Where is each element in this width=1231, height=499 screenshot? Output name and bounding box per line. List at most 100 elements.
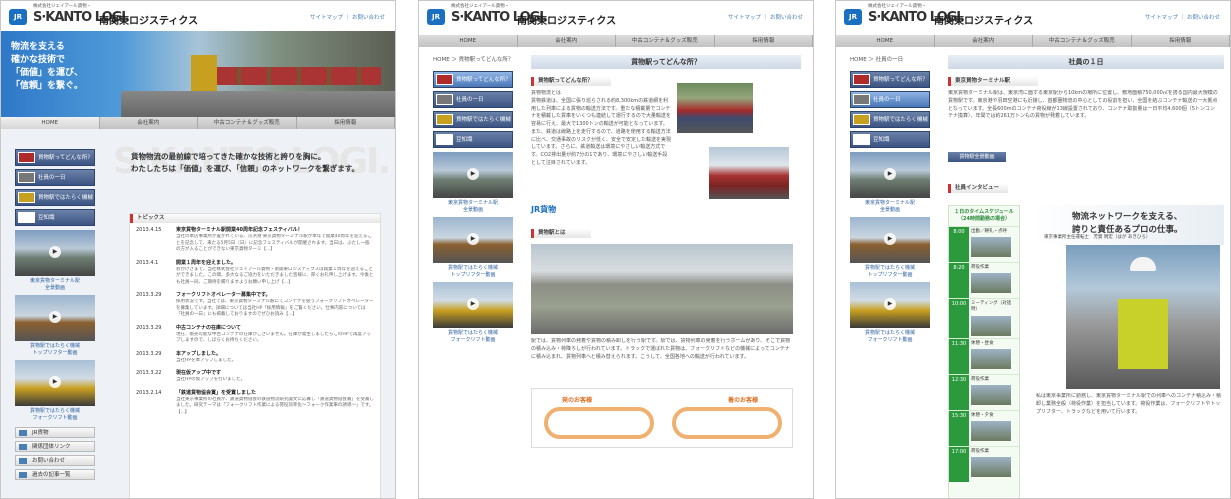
page-top: JR 株式会社ジェイアール貨物・ S·KANTO LOGI. 南関東ロジスティク… [0, 0, 396, 499]
nav-recruit[interactable]: 採用情報 [715, 35, 813, 47]
tagline: 貨物物流の最前線で培ってきた確かな技術と誇りを胸に。 わたしたちは「価値」を運び… [131, 151, 359, 175]
sidebar-item-day[interactable]: 社員の一日 [15, 169, 95, 186]
link-archive[interactable]: 過去の記事一覧 [15, 469, 95, 480]
breadcrumb[interactable]: HOME ＞ 貨物駅ってどんな所？ [433, 57, 513, 65]
topic-title[interactable]: 中古コンテナの在庫について [176, 325, 374, 332]
video-thumb-terminal[interactable] [850, 152, 930, 198]
sidebar-item-trivia[interactable]: 豆知識 [850, 131, 930, 148]
nav-company[interactable]: 会社案内 [518, 35, 616, 47]
nav-home[interactable]: HOME [419, 35, 518, 47]
section-body: 駅では、貨物列車の発着や貨物の積み卸しを行う駅です。駅では、貨物列車の発着を行う… [531, 338, 791, 360]
page-day: JR 株式会社ジェイアール貨物・ S·KANTO LOGI. 南関東ロジスティク… [835, 0, 1231, 499]
nav-company[interactable]: 会社案内 [935, 35, 1033, 47]
thumb-caption: 東京貨物ターミナル駅 全景動画 [447, 200, 498, 213]
hero-line: 「価値」を運び、 [11, 68, 84, 79]
top-links[interactable]: サイトマップ ｜ お問い合わせ [728, 15, 803, 23]
train-photo [677, 83, 753, 133]
sidebar-item-station[interactable]: 貨物駅ってどんな所？ [433, 71, 513, 88]
topic-title[interactable]: 現在仮アップ中です [176, 370, 374, 377]
sidebar-label: 社員の一日 [873, 97, 901, 103]
sidebar-item-trivia[interactable]: 豆知識 [15, 209, 95, 226]
nav-recruit[interactable]: 採用情報 [297, 117, 395, 129]
schedule-photo [971, 420, 1011, 441]
topic-title[interactable]: 「鉄道貨物協会賞」を受賞しました [176, 390, 374, 397]
link-associations[interactable]: 関係団体リンク [15, 441, 95, 452]
video-thumb-terminal[interactable] [433, 152, 513, 198]
topic-title[interactable]: 開業１周年を迎えました。 [176, 260, 374, 267]
topic-title[interactable]: 本アップしました。 [176, 351, 374, 358]
schedule-time: 8:00 [949, 227, 969, 262]
topic-title[interactable]: フォークリフトオペレーター募集中です。 [176, 292, 374, 299]
safety-vest [1118, 299, 1168, 369]
video-thumb-toplifter[interactable] [15, 295, 95, 341]
hero-ground [121, 91, 395, 117]
schedule-time: 10:00 [949, 299, 969, 338]
schedule-title: １日のタイムスケジュール （24時間勤務の場合） [954, 209, 1014, 222]
sidebar-label: 貨物駅ではたらく機械 [38, 195, 93, 201]
sidebar-item-trivia[interactable]: 豆知識 [433, 131, 513, 148]
video-thumb-toplifter[interactable] [850, 217, 930, 263]
topic-body: 当社の本店事業所が置かれている、京浜港 東京貨物ターミナル駅が本年で開業40周年… [176, 234, 372, 253]
schedule-time: 17:00 [949, 446, 969, 482]
nav-container[interactable]: 中古コンテナ＆グッズ販売 [1033, 35, 1132, 47]
nav-home[interactable]: HOME [836, 35, 935, 47]
forklift-icon [18, 192, 35, 203]
nav-container[interactable]: 中古コンテナ＆グッズ販売 [616, 35, 715, 47]
section-title: 貨物駅ってどんな所？ [531, 77, 611, 86]
nav-home[interactable]: HOME [1, 117, 100, 129]
schedule-time: 15:30 [949, 410, 969, 446]
sidebar-item-station[interactable]: 貨物駅ってどんな所？ [15, 149, 95, 166]
containers-photo [709, 147, 789, 199]
topic-item[interactable]: 2013.3.29 フォークリフトオペレーター募集中です。 採用状況です。当社では、… [136, 292, 374, 319]
top-links[interactable]: サイトマップ ｜ お問い合わせ [1145, 15, 1220, 23]
sidebar-label: 社員の一日 [456, 97, 484, 103]
jr-logo-icon[interactable]: JR [9, 9, 27, 25]
topic-item[interactable]: 2013.4.1 開業１周年を迎えました。 おかげさまで、当社株式会社ジェイアール貨… [136, 260, 374, 287]
sidebar-label: 貨物駅ってどんな所？ [873, 77, 928, 83]
topic-item[interactable]: 2013.4.15 東京貨物ターミナル駅開業40周年記念フェスティバル！ 当社の本店… [136, 227, 374, 254]
topic-title[interactable]: 東京貨物ターミナル駅開業40周年記念フェスティバル！ [176, 227, 374, 234]
link-contact[interactable]: お問い合わせ [15, 455, 95, 466]
nav-container[interactable]: 中古コンテナ＆グッズ販売 [198, 117, 297, 129]
link-jr-freight[interactable]: JR貨物 [15, 427, 95, 438]
nav-recruit[interactable]: 採用情報 [1132, 35, 1230, 47]
topic-item[interactable]: 2013.3.29 本アップしました。 当社HPを本アップしました。 [136, 351, 374, 365]
topic-item[interactable]: 2013.3.22 現在仮アップ中です 当社HPの仮アップを行いました。 [136, 370, 374, 384]
video-thumb-forklift[interactable] [850, 282, 930, 328]
sidebar-label: 豆知識 [873, 137, 890, 143]
thumb-caption: 貨物駅ではたらく機械 トップリフター動画 [448, 265, 498, 278]
schedule-item: 12:30 荷役作業 [949, 373, 1019, 410]
sidebar-item-day[interactable]: 社員の一日 [433, 91, 513, 108]
flow-to: 着のお客様 [728, 397, 759, 404]
schedule-photo [971, 348, 1011, 369]
sidebar-item-machines[interactable]: 貨物駅ではたらく機械 [850, 111, 930, 128]
sidebar-item-machines[interactable]: 貨物駅ではたらく機械 [15, 189, 95, 206]
sidebar-label: 社員の一日 [38, 175, 66, 181]
jr-logo-icon[interactable]: JR [427, 9, 445, 25]
sidebar-item-station[interactable]: 貨物駅ってどんな所？ [850, 71, 930, 88]
sidebar-item-machines[interactable]: 貨物駅ではたらく機械 [433, 111, 513, 128]
video-thumb-forklift[interactable] [433, 282, 513, 328]
breadcrumb[interactable]: HOME ＞ 社員の一日 [850, 57, 903, 65]
video-thumb-forklift[interactable] [15, 360, 95, 406]
hero-line: 物流を支える [11, 42, 65, 52]
top-links[interactable]: サイトマップ ｜ お問い合わせ [310, 15, 385, 23]
topic-date: 2013.3.29 [136, 324, 162, 331]
thumb-caption: 貨物駅ではたらく機械 トップリフター動画 [865, 265, 915, 278]
sidebar-item-day[interactable]: 社員の一日 [850, 91, 930, 108]
topic-item[interactable]: 2013.2.14 「鉄道貨物協会賞」を受賞しました 当社東京事業所の社員が、鉄道貨… [136, 390, 374, 417]
topic-item[interactable]: 2013.3.29 中古コンテナの在庫について 現在、販売可能な中古コンテナの在庫が… [136, 325, 374, 345]
jr-logo-icon[interactable]: JR [844, 9, 862, 25]
person-name: 東京事業所主任運転士 芳賀 明宏（はが あきひろ） [1044, 235, 1151, 240]
section-title: 貨物駅とは [531, 229, 591, 238]
terminal-video-button[interactable]: 貨物駅全景動画 [948, 152, 1006, 162]
schedule-item: 8:20 荷役作業 [949, 262, 1019, 298]
schedule-time: 8:20 [949, 263, 969, 298]
video-thumb-terminal[interactable] [15, 230, 95, 276]
schedule-list: 8:00 出勤／朝礼・点呼 8:20 荷役作業 10:00 ミーティング（対話時） 11:3… [949, 226, 1019, 482]
nav-company[interactable]: 会社案内 [100, 117, 198, 129]
page-station: JR 株式会社ジェイアール貨物・ S·KANTO LOGI. 南関東ロジスティク… [418, 0, 814, 499]
tagline-1: 貨物物流の最前線で培ってきた確かな技術と誇りを胸に。 [131, 152, 326, 161]
topics-list: 2013.4.15 東京貨物ターミナル駅開業40周年記念フェスティバル！ 当社の本店… [130, 223, 380, 426]
video-thumb-toplifter[interactable] [433, 217, 513, 263]
